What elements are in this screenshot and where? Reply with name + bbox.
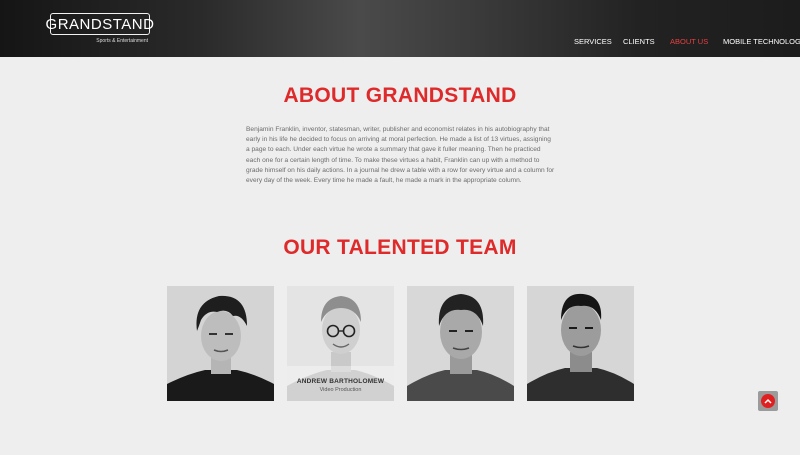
team-member-caption: ANDREW BARTHOLOMEW Video Production: [287, 378, 394, 393]
team-card[interactable]: [527, 286, 634, 401]
nav-item-clients[interactable]: CLIENTS: [623, 37, 655, 46]
logo-text: GRANDSTAND: [46, 13, 154, 35]
team-card[interactable]: ANDREW BARTHOLOMEW Video Production: [287, 286, 394, 401]
nav-item-services[interactable]: SERVICES: [574, 37, 612, 46]
team-member-role: Video Production: [319, 387, 362, 393]
nav-item-about-us[interactable]: ABOUT US: [670, 37, 708, 46]
about-title: ABOUT GRANDSTAND: [283, 84, 517, 107]
scroll-to-top-button[interactable]: [758, 391, 778, 411]
chevron-up-icon: [761, 394, 775, 408]
nav-item-mobile-technology[interactable]: MOBILE TECHNOLOGY: [723, 37, 800, 46]
team-member-name: ANDREW BARTHOLOMEW: [296, 378, 385, 385]
team-card[interactable]: [167, 286, 274, 401]
site-header: GRANDSTAND Sports & Entertainment SERVIC…: [0, 0, 800, 57]
main-nav: SERVICES CLIENTS ABOUT US MOBILE TECHNOL…: [0, 37, 800, 49]
team-title: OUR TALENTED TEAM: [283, 236, 517, 259]
team-card[interactable]: [407, 286, 514, 401]
team-member-photo: [527, 286, 634, 401]
team-member-photo: [407, 286, 514, 401]
team-member-photo: [167, 286, 274, 401]
about-body: Benjamin Franklin, inventor, statesman, …: [246, 126, 555, 185]
